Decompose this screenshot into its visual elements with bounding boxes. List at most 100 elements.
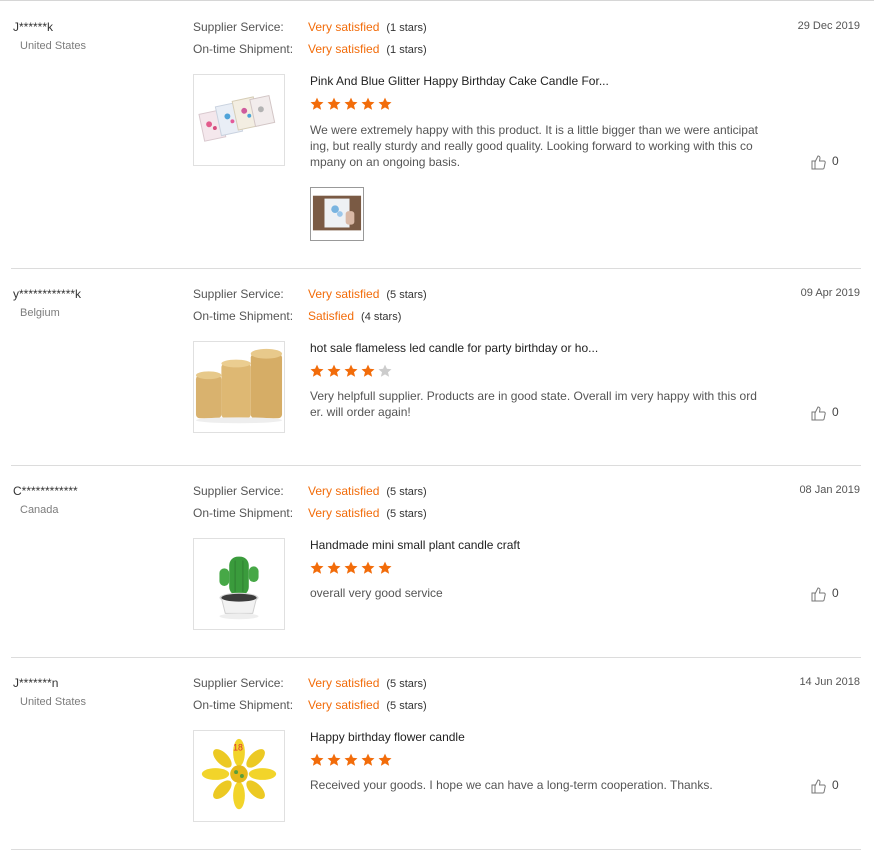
review-item: y************k Belgium Supplier Service:… (0, 267, 874, 466)
supplier-service-value: Very satisfied (308, 676, 380, 690)
supplier-service-stars: (5 stars) (386, 289, 427, 301)
helpful-count: 0 (832, 586, 839, 600)
product-rating (310, 753, 395, 769)
star-filled-icon (361, 364, 375, 378)
star-filled-icon (378, 97, 392, 111)
star-filled-icon (310, 753, 324, 767)
star-filled-icon (327, 364, 341, 378)
review-date: 09 Apr 2019 (800, 287, 860, 299)
ontime-shipment-stars: (5 stars) (386, 508, 427, 520)
thumbs-up-icon (810, 154, 826, 170)
helpful-button[interactable]: 0 (810, 776, 839, 794)
star-filled-icon (378, 753, 392, 767)
ontime-shipment-rating: On-time Shipment: Very satisfied (5 stars) (193, 504, 427, 522)
buyer-name: C************ (13, 484, 78, 498)
star-filled-icon (310, 97, 324, 111)
product-title-link[interactable]: Happy birthday flower candle (310, 730, 465, 744)
review-divider (11, 849, 861, 850)
product-title-link[interactable]: hot sale flameless led candle for party … (310, 341, 598, 355)
product-rating (310, 561, 395, 577)
helpful-button[interactable]: 0 (810, 403, 839, 421)
helpful-count: 0 (832, 405, 839, 419)
glitter-candle-icon (194, 75, 284, 165)
review-date: 14 Jun 2018 (799, 676, 860, 688)
review-comment: overall very good service (310, 586, 443, 600)
buyer-name: y************k (13, 287, 82, 301)
supplier-service-label: Supplier Service: (193, 484, 284, 498)
ontime-shipment-value: Very satisfied (308, 506, 380, 520)
supplier-service-stars: (5 stars) (386, 678, 427, 690)
ontime-shipment-value: Satisfied (308, 309, 355, 323)
helpful-button[interactable]: 0 (810, 152, 839, 170)
product-image[interactable]: 18 (193, 730, 285, 822)
supplier-service-value: Very satisfied (308, 287, 380, 301)
supplier-service-value: Very satisfied (308, 20, 380, 34)
star-filled-icon (378, 561, 392, 575)
review-date: 08 Jan 2019 (799, 484, 860, 496)
star-filled-icon (344, 97, 358, 111)
product-title-link[interactable]: Handmade mini small plant candle craft (310, 538, 520, 552)
ontime-shipment-label: On-time Shipment: (193, 309, 294, 323)
buyer-country: Belgium (20, 307, 60, 319)
product-image[interactable] (193, 341, 285, 433)
ontime-shipment-value: Very satisfied (308, 698, 380, 712)
ontime-shipment-stars: (4 stars) (361, 311, 402, 323)
supplier-service-label: Supplier Service: (193, 287, 284, 301)
ontime-shipment-label: On-time Shipment: (193, 42, 294, 56)
supplier-service-rating: Supplier Service: Very satisfied (5 stars) (193, 674, 427, 692)
supplier-service-value: Very satisfied (308, 484, 380, 498)
buyer-country: United States (20, 40, 87, 52)
supplier-service-stars: (1 stars) (386, 22, 427, 34)
helpful-count: 0 (832, 154, 839, 168)
review-comment: Very helpfull supplier. Products are in … (310, 389, 757, 419)
star-empty-icon (378, 364, 392, 378)
star-filled-icon (327, 753, 341, 767)
thumbs-up-icon (810, 405, 826, 421)
review-item: J*******n United States Supplier Service… (0, 656, 874, 850)
buyer-name: J*******n (13, 676, 59, 690)
review-photo-attachment[interactable] (310, 187, 364, 241)
supplier-service-rating: Supplier Service: Very satisfied (5 stars) (193, 482, 427, 500)
ontime-shipment-rating: On-time Shipment: Very satisfied (1 stars) (193, 40, 427, 58)
buyer-country: United States (20, 696, 87, 708)
ontime-shipment-rating: On-time Shipment: Very satisfied (5 stars) (193, 696, 427, 714)
star-filled-icon (310, 561, 324, 575)
review-comment: Received your goods. I hope we can have … (310, 778, 713, 792)
ontime-shipment-stars: (1 stars) (386, 44, 427, 56)
cactus-candle-icon (194, 539, 284, 629)
supplier-service-label: Supplier Service: (193, 20, 284, 34)
supplier-service-rating: Supplier Service: Very satisfied (5 stars) (193, 285, 427, 303)
star-filled-icon (361, 561, 375, 575)
product-rating (310, 364, 395, 380)
supplier-service-stars: (5 stars) (386, 486, 427, 498)
review-comment: We were extremely happy with this produc… (310, 123, 758, 169)
star-filled-icon (327, 561, 341, 575)
star-filled-icon (344, 753, 358, 767)
ontime-shipment-value: Very satisfied (308, 42, 380, 56)
flower-candle-icon: 18 (194, 731, 284, 821)
thumbs-up-icon (810, 586, 826, 602)
star-filled-icon (361, 97, 375, 111)
product-rating (310, 97, 395, 113)
helpful-button[interactable]: 0 (810, 584, 839, 602)
supplier-service-label: Supplier Service: (193, 676, 284, 690)
helpful-count: 0 (832, 778, 839, 792)
supplier-service-rating: Supplier Service: Very satisfied (1 stars) (193, 18, 427, 36)
review-item: C************ Canada Supplier Service: Ve… (0, 464, 874, 658)
svg-text:18: 18 (233, 743, 243, 753)
ontime-shipment-stars: (5 stars) (386, 700, 427, 712)
review-item: J******k United States Supplier Service:… (0, 0, 874, 269)
buyer-name: J******k (13, 20, 54, 34)
thumbs-up-icon (810, 778, 826, 794)
review-date: 29 Dec 2019 (797, 20, 860, 32)
product-image[interactable] (193, 538, 285, 630)
star-filled-icon (361, 753, 375, 767)
star-filled-icon (344, 364, 358, 378)
star-filled-icon (344, 561, 358, 575)
ontime-shipment-label: On-time Shipment: (193, 506, 294, 520)
product-title-link[interactable]: Pink And Blue Glitter Happy Birthday Cak… (310, 74, 609, 88)
star-filled-icon (310, 364, 324, 378)
photo-thumbnail-icon (311, 188, 363, 240)
ontime-shipment-rating: On-time Shipment: Satisfied (4 stars) (193, 307, 401, 325)
product-image[interactable] (193, 74, 285, 166)
